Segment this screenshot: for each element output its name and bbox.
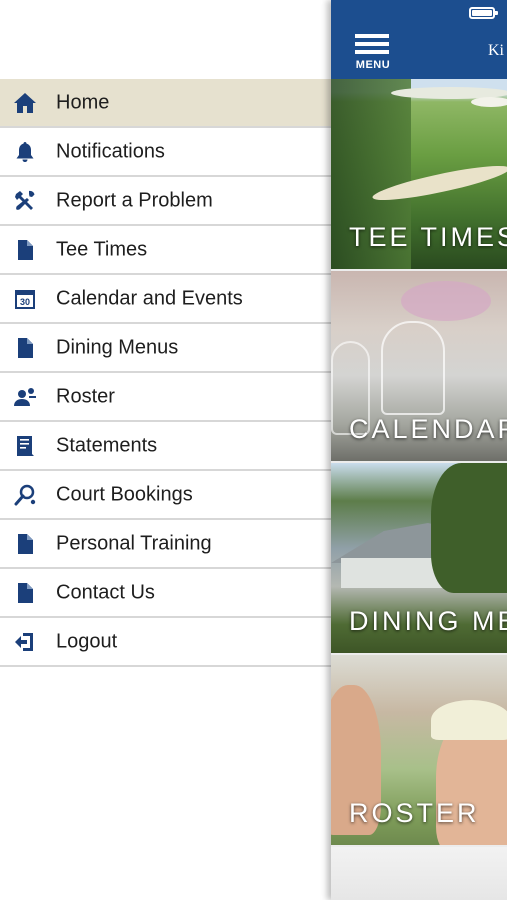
menu-item-contact-us[interactable]: Contact Us	[0, 569, 331, 618]
home-icon	[13, 91, 37, 115]
tile-roster[interactable]: ROSTER	[331, 655, 507, 845]
menu-item-home[interactable]: Home	[0, 79, 331, 128]
menu-item-label: Notifications	[56, 140, 165, 162]
logout-icon	[13, 630, 37, 654]
menu-item-label: Statements	[56, 434, 158, 456]
roster-icon	[13, 385, 37, 409]
navigation-drawer: Home Notifications Report a Problem Tee …	[0, 0, 331, 900]
main-content-panel: MENU Ki TEE TIMES CALENDAR DINING ME ROS…	[331, 0, 507, 900]
menu-item-label: Logout	[56, 630, 118, 652]
menu-item-label: Roster	[56, 385, 115, 407]
tile-label: ROSTER	[349, 798, 480, 828]
menu-item-dining-menus[interactable]: Dining Menus	[0, 324, 331, 373]
menu-item-label: Court Bookings	[56, 483, 193, 505]
menu-item-label: Contact Us	[56, 581, 155, 603]
top-bar: MENU Ki	[331, 0, 507, 79]
battery-icon	[469, 7, 498, 19]
menu-list: Home Notifications Report a Problem Tee …	[0, 79, 331, 667]
tile-next-partial[interactable]	[331, 847, 507, 900]
menu-item-label: Dining Menus	[56, 336, 179, 358]
menu-item-roster[interactable]: Roster	[0, 373, 331, 422]
menu-item-label: Personal Training	[56, 532, 212, 554]
tile-label: CALENDAR	[349, 414, 507, 444]
menu-item-label: Tee Times	[56, 238, 148, 260]
menu-item-label: Home	[56, 91, 110, 113]
menu-item-statements[interactable]: Statements	[0, 422, 331, 471]
menu-item-calendar-events[interactable]: 30 Calendar and Events	[0, 275, 331, 324]
document-icon	[13, 581, 37, 605]
tile-label: DINING ME	[349, 606, 507, 636]
document-icon	[13, 532, 37, 556]
menu-button-label: MENU	[355, 59, 391, 71]
menu-item-court-bookings[interactable]: Court Bookings	[0, 471, 331, 520]
tile-calendar[interactable]: CALENDAR	[331, 271, 507, 461]
document-icon	[13, 238, 37, 262]
menu-item-label: Calendar and Events	[56, 287, 243, 309]
tile-dining[interactable]: DINING ME	[331, 463, 507, 653]
racket-icon	[13, 483, 37, 507]
menu-item-tee-times[interactable]: Tee Times	[0, 226, 331, 275]
calendar-icon-number: 30	[20, 297, 30, 307]
calendar-icon: 30	[13, 287, 37, 311]
menu-button[interactable]: MENU	[353, 34, 393, 74]
tile-tee-times[interactable]: TEE TIMES	[331, 79, 507, 269]
menu-item-personal-training[interactable]: Personal Training	[0, 520, 331, 569]
menu-item-logout[interactable]: Logout	[0, 618, 331, 667]
tools-icon	[13, 189, 37, 213]
club-name: Ki	[488, 42, 504, 59]
bell-icon	[13, 140, 37, 164]
tile-label: TEE TIMES	[349, 222, 507, 252]
menu-item-report-problem[interactable]: Report a Problem	[0, 177, 331, 226]
statement-icon	[13, 434, 37, 458]
menu-item-notifications[interactable]: Notifications	[0, 128, 331, 177]
menu-item-label: Report a Problem	[56, 189, 213, 211]
document-icon	[13, 336, 37, 360]
